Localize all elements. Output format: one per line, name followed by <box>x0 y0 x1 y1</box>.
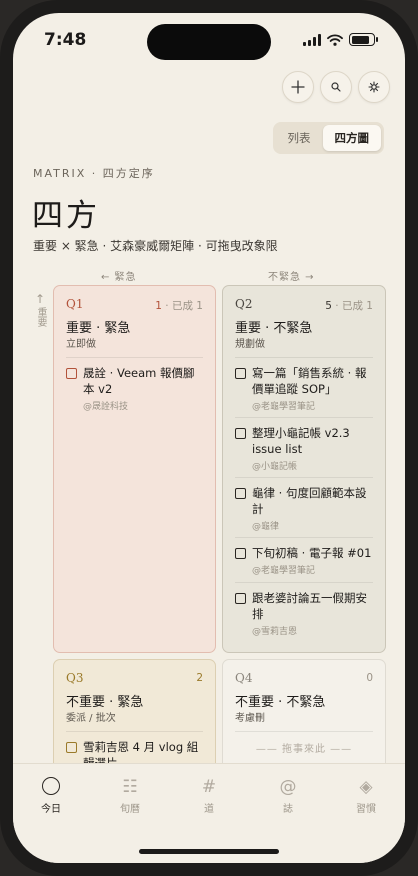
battery-icon <box>349 33 378 46</box>
quadrant-subtitle: 委派 / 批次 <box>66 713 116 724</box>
quadrant-title: 不重要 · 緊急 <box>66 695 144 710</box>
tab-label: 今日 <box>41 804 61 815</box>
search-button[interactable] <box>320 71 352 103</box>
divider <box>235 731 373 732</box>
quadrant-count-value: 1 <box>155 300 162 312</box>
quadrant-count: 5 · 已成 1 <box>325 298 373 313</box>
quadrant-q4[interactable]: Q4 0 不重要 · 不緊急 考慮刪 —— 拖事來此 —— <box>222 659 386 779</box>
quadrant-count: 2 <box>196 672 203 684</box>
quadrant-q2[interactable]: Q2 5 · 已成 1 重要 · 不緊急 規劃做 寫一篇「銷售系統 · 報價單追… <box>222 285 386 653</box>
tab-label: 旬曆 <box>120 804 140 815</box>
tab-today[interactable]: 今日 <box>21 777 81 815</box>
gear-icon <box>368 81 380 93</box>
phone-frame: 7:48 列表 四方圖 MATRIX · 四方定序 四方 重要 × 緊急 · 艾… <box>0 0 418 876</box>
task-text: 整理小龜記帳 v2.3 issue list <box>252 426 350 456</box>
task-text: 龜律 · 句度回顧範本設計 <box>252 486 367 516</box>
quadrant-count-value: 2 <box>196 672 203 684</box>
quadrant-code: Q3 <box>66 671 84 685</box>
task-source: @老龜學習筆記 <box>252 402 316 412</box>
task-checkbox[interactable] <box>235 593 246 604</box>
task-item[interactable]: 整理小龜記帳 v2.3 issue list @小龜記帳 <box>235 425 373 478</box>
status-icons <box>303 33 378 46</box>
quadrant-count: 0 <box>366 672 373 684</box>
task-item[interactable]: 下旬初稿 · 電子報 #01 @老龜學習筆記 <box>235 545 373 583</box>
quadrant-title: 重要 · 不緊急 <box>235 321 313 336</box>
empty-drop-hint: —— 拖事來此 —— <box>255 744 353 755</box>
quadrant-count-value: 5 <box>325 300 332 312</box>
status-time: 7:48 <box>44 30 87 50</box>
task-source: @龜律 <box>252 522 280 532</box>
tab-label: 道 <box>204 804 214 815</box>
task-checkbox[interactable] <box>235 488 246 499</box>
view-toggle: 列表 四方圖 <box>272 122 384 154</box>
quadrant-code: Q1 <box>66 297 84 311</box>
divider <box>66 357 203 358</box>
hash-icon: # <box>201 777 217 797</box>
task-source: @晟詮科技 <box>83 402 129 412</box>
quadrant-done: · 已成 1 <box>165 300 203 312</box>
axis-not-urgent: 不緊急 → <box>268 272 315 283</box>
quadrant-title: 不重要 · 不緊急 <box>235 695 326 710</box>
task-text: 晟詮 · Veeam 報價腳本 v2 <box>83 366 195 396</box>
eyebrow: MATRIX · 四方定序 <box>33 167 155 180</box>
calendar-grid-icon: ☷ <box>122 777 138 797</box>
task-checkbox[interactable] <box>235 548 246 559</box>
quadrant-subtitle: 考慮刪 <box>235 713 265 724</box>
task-checkbox[interactable] <box>235 368 246 379</box>
task-source: @雪莉吉恩 <box>252 627 298 637</box>
task-source: @小龜記帳 <box>252 462 298 472</box>
page-subtitle: 重要 × 緊急 · 艾森豪威爾矩陣 · 可拖曳改象限 <box>33 239 278 253</box>
today-circle-icon <box>21 777 81 797</box>
plus-icon <box>291 80 305 94</box>
dynamic-island <box>147 24 271 60</box>
task-item[interactable]: 晟詮 · Veeam 報價腳本 v2 @晟詮科技 <box>66 365 203 412</box>
tab-dao[interactable]: # 道 <box>179 777 239 815</box>
task-checkbox[interactable] <box>66 368 77 379</box>
quadrant-count: 1 · 已成 1 <box>155 298 203 313</box>
quadrant-code: Q2 <box>235 297 253 311</box>
task-checkbox[interactable] <box>66 742 77 753</box>
tab-calendar[interactable]: ☷ 旬曆 <box>100 777 160 815</box>
cellular-signal-icon <box>303 33 321 46</box>
add-button[interactable] <box>282 71 314 103</box>
quadrant-subtitle: 規劃做 <box>235 339 265 350</box>
up-arrow-icon: ↑ <box>34 292 46 306</box>
page-title: 四方 <box>32 198 100 234</box>
task-text: 跟老婆討論五一假期安排 <box>252 591 367 621</box>
axis-urgent: ← 緊急 <box>101 272 137 283</box>
wifi-icon <box>327 33 343 46</box>
tab-habits[interactable]: ◈ 習慣 <box>336 777 396 815</box>
quadrant-code: Q4 <box>235 671 253 685</box>
axis-important-text: 重要 <box>35 307 46 327</box>
divider <box>66 731 203 732</box>
task-item[interactable]: 跟老婆討論五一假期安排 @雪莉吉恩 <box>235 590 373 637</box>
task-item[interactable]: 龜律 · 句度回顧範本設計 @龜律 <box>235 485 373 538</box>
task-source: @老龜學習筆記 <box>252 566 316 576</box>
diamond-icon: ◈ <box>359 777 373 797</box>
search-icon <box>331 82 341 92</box>
tab-label: 習慣 <box>356 804 376 815</box>
divider <box>235 357 373 358</box>
quadrant-q3[interactable]: Q3 2 不重要 · 緊急 委派 / 批次 雪莉吉恩 4 月 vlog 組輯選片 <box>53 659 216 779</box>
tab-bar: 今日 ☷ 旬曆 # 道 @ 誌 ◈ 習慣 <box>13 763 405 863</box>
task-text: 下旬初稿 · 電子報 #01 <box>252 546 372 560</box>
quadrant-title: 重要 · 緊急 <box>66 321 131 336</box>
screen: 7:48 列表 四方圖 MATRIX · 四方定序 四方 重要 × 緊急 · 艾… <box>13 13 405 863</box>
at-icon: @ <box>279 777 297 797</box>
axis-important-label: 重要 <box>33 307 47 331</box>
quadrant-q1[interactable]: Q1 1 · 已成 1 重要 · 緊急 立即做 晟詮 · Veeam 報價腳本 … <box>53 285 216 653</box>
task-text: 寫一篇「銷售系統 · 報價單追蹤 SOP」 <box>252 366 367 396</box>
tab-journal[interactable]: @ 誌 <box>258 777 318 815</box>
home-indicator <box>139 849 279 854</box>
axis-important: ↑ 重要 <box>33 293 47 331</box>
task-checkbox[interactable] <box>235 428 246 439</box>
quadrant-done: · 已成 1 <box>335 300 373 312</box>
view-toggle-matrix[interactable]: 四方圖 <box>322 125 381 151</box>
quadrant-subtitle: 立即做 <box>66 339 96 350</box>
task-item[interactable]: 寫一篇「銷售系統 · 報價單追蹤 SOP」 @老龜學習筆記 <box>235 365 373 418</box>
tab-label: 誌 <box>283 804 293 815</box>
quadrant-count-value: 0 <box>366 672 373 684</box>
settings-button[interactable] <box>358 71 390 103</box>
view-toggle-list[interactable]: 列表 <box>276 125 323 151</box>
